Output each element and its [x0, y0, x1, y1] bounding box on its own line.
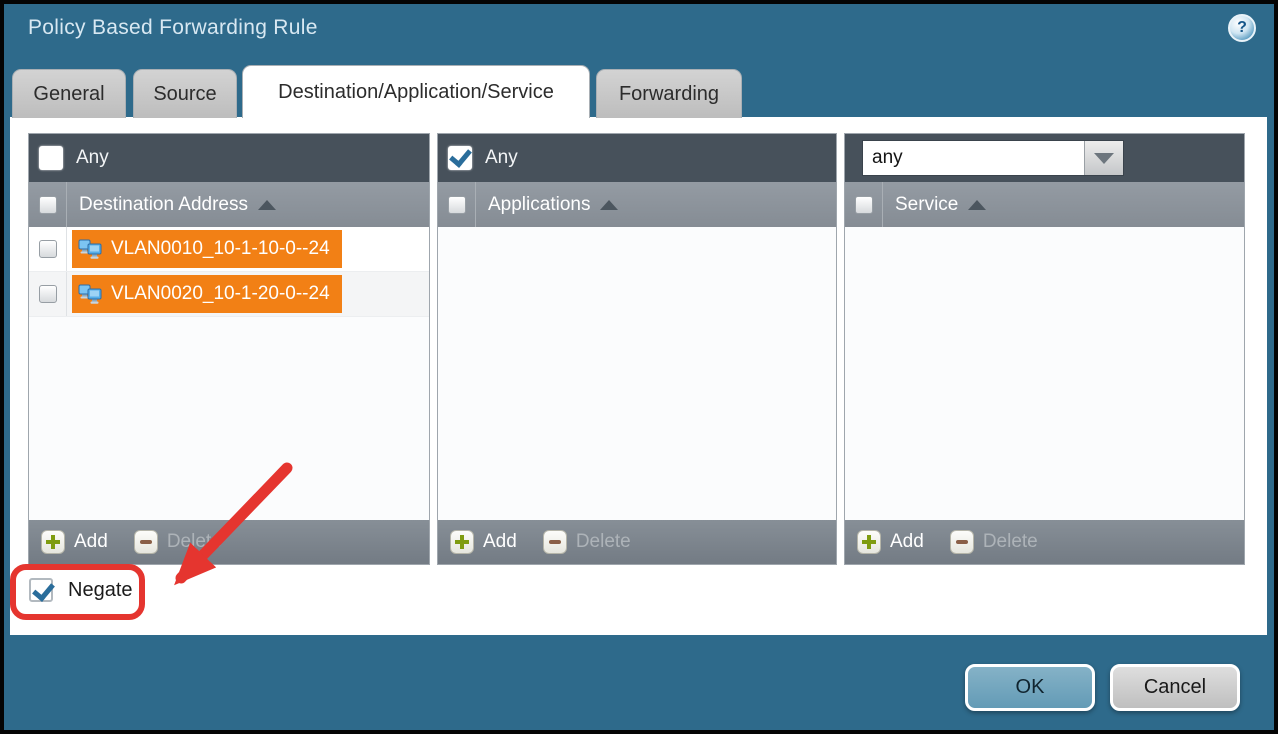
address-object-pill: VLAN0020_10-1-20-0--24: [72, 275, 342, 313]
annotation-highlight-box: [10, 564, 145, 620]
add-plus-icon: [41, 530, 65, 554]
service-header-label: Service: [895, 194, 958, 216]
add-button[interactable]: Add: [41, 530, 108, 554]
dialog-title: Policy Based Forwarding Rule: [28, 16, 318, 40]
service-select-all-checkbox[interactable]: [855, 196, 873, 214]
pbf-rule-dialog: Policy Based Forwarding Rule ? General S…: [0, 0, 1278, 734]
service-column: any Service Add Delete: [844, 133, 1245, 565]
tab-forwarding[interactable]: Forwarding: [596, 69, 742, 118]
add-plus-icon: [857, 530, 881, 554]
service-dropdown-button[interactable]: [1084, 141, 1123, 175]
help-icon[interactable]: ?: [1228, 14, 1256, 42]
delete-button[interactable]: Delete: [134, 530, 222, 554]
destination-footer-toolbar: Add Delete: [29, 520, 429, 564]
tab-general[interactable]: General: [12, 69, 126, 118]
service-header[interactable]: Service: [845, 182, 1244, 227]
table-row[interactable]: VLAN0020_10-1-20-0--24: [29, 272, 429, 317]
sort-ascending-icon: [600, 200, 618, 210]
destination-address-column: Any Destination Address: [28, 133, 430, 565]
service-dropdown[interactable]: any: [863, 141, 1123, 175]
address-object-label: VLAN0020_10-1-20-0--24: [111, 283, 330, 305]
service-footer-toolbar: Add Delete: [845, 520, 1244, 564]
add-button[interactable]: Add: [450, 530, 517, 554]
destination-list: VLAN0010_10-1-10-0--24: [29, 227, 429, 520]
destination-address-header[interactable]: Destination Address: [29, 182, 429, 227]
row-checkbox[interactable]: [39, 285, 57, 303]
tab-source[interactable]: Source: [133, 69, 237, 118]
service-list: [845, 227, 1244, 520]
cancel-button[interactable]: Cancel: [1110, 664, 1240, 711]
applications-header-label: Applications: [488, 194, 590, 216]
delete-minus-icon: [950, 530, 974, 554]
ok-button[interactable]: OK: [965, 664, 1095, 711]
sort-ascending-icon: [258, 200, 276, 210]
applications-list: [438, 227, 836, 520]
address-object-label: VLAN0010_10-1-10-0--24: [111, 238, 330, 260]
service-any-bar: any: [845, 134, 1244, 182]
tab-content-panel: Any Destination Address: [10, 117, 1267, 635]
address-object-pill: VLAN0010_10-1-10-0--24: [72, 230, 342, 268]
delete-minus-icon: [134, 530, 158, 554]
applications-column: Any Applications Add Delete: [437, 133, 837, 565]
tab-destination-application-service[interactable]: Destination/Application/Service: [242, 65, 590, 118]
applications-any-checkbox[interactable]: [448, 146, 472, 170]
destination-any-bar: Any: [29, 134, 429, 182]
network-computers-icon: [78, 238, 103, 260]
destination-header-label: Destination Address: [79, 194, 248, 216]
destination-any-label: Any: [76, 147, 109, 169]
add-button[interactable]: Add: [857, 530, 924, 554]
add-plus-icon: [450, 530, 474, 554]
destination-select-all-checkbox[interactable]: [39, 196, 57, 214]
network-computers-icon: [78, 283, 103, 305]
delete-button[interactable]: Delete: [543, 530, 631, 554]
table-row[interactable]: VLAN0010_10-1-10-0--24: [29, 227, 429, 272]
applications-header[interactable]: Applications: [438, 182, 836, 227]
applications-select-all-checkbox[interactable]: [448, 196, 466, 214]
service-dropdown-value: any: [863, 141, 1084, 175]
chevron-down-icon: [1094, 153, 1114, 164]
sort-ascending-icon: [968, 200, 986, 210]
applications-any-label: Any: [485, 147, 518, 169]
delete-minus-icon: [543, 530, 567, 554]
delete-button[interactable]: Delete: [950, 530, 1038, 554]
row-checkbox[interactable]: [39, 240, 57, 258]
destination-any-checkbox[interactable]: [39, 146, 63, 170]
applications-any-bar: Any: [438, 134, 836, 182]
applications-footer-toolbar: Add Delete: [438, 520, 836, 564]
